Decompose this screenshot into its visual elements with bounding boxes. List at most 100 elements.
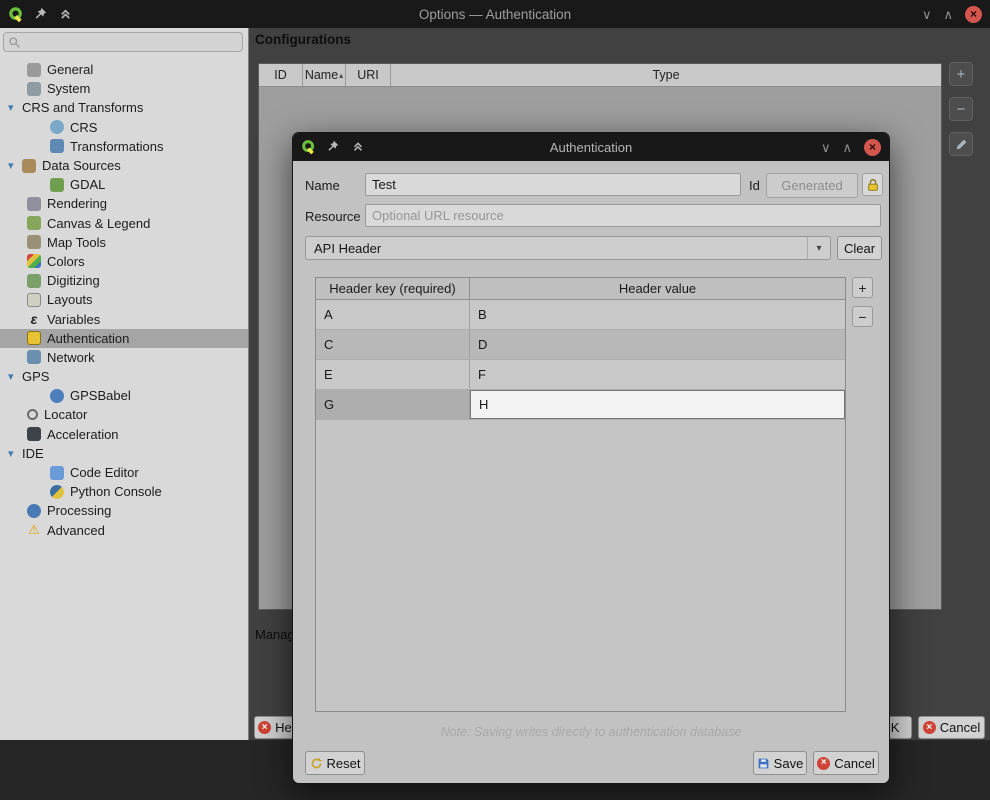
sidebar-item-authentication[interactable]: Authentication: [0, 329, 248, 348]
edit-config-button[interactable]: [949, 132, 973, 156]
sidebar-item-label: CRS and Transforms: [22, 100, 143, 115]
generated-button[interactable]: Generated: [766, 173, 858, 198]
pin-icon[interactable]: [326, 139, 343, 156]
sidebar-item-label: Rendering: [47, 196, 107, 211]
options-sidebar: GeneralSystem▾CRS and TransformsCRSTrans…: [0, 28, 249, 740]
wrench-icon: [27, 63, 41, 77]
sidebar-item-code-editor[interactable]: Code Editor: [0, 463, 248, 482]
sidebar-item-rendering[interactable]: Rendering: [0, 194, 248, 213]
table-row[interactable]: AB: [316, 300, 845, 330]
sidebar-item-label: Variables: [47, 312, 100, 327]
reset-button[interactable]: Reset: [305, 751, 365, 775]
collapse-all-icon[interactable]: [351, 139, 368, 156]
sidebar-item-acceleration[interactable]: Acceleration: [0, 425, 248, 444]
options-cancel-button[interactable]: × Cancel: [918, 716, 985, 739]
config-column-header-id[interactable]: ID: [259, 64, 303, 86]
sidebar-item-python-console[interactable]: Python Console: [0, 482, 248, 501]
sidebar-item-gdal[interactable]: GDAL: [0, 175, 248, 194]
sidebar-item-gpsbabel[interactable]: GPSBabel: [0, 386, 248, 405]
close-icon: ×: [970, 8, 977, 20]
sidebar-item-label: IDE: [22, 446, 44, 461]
add-config-button[interactable]: +: [949, 62, 973, 86]
collapse-all-icon[interactable]: [58, 6, 75, 23]
dialog-shade-icon[interactable]: ∨: [821, 141, 831, 154]
sidebar-item-colors[interactable]: Colors: [0, 252, 248, 271]
sidebar-item-canvas-legend[interactable]: Canvas & Legend: [0, 214, 248, 233]
remove-row-button[interactable]: −: [852, 306, 873, 327]
sidebar-item-map-tools[interactable]: Map Tools: [0, 233, 248, 252]
expander-icon[interactable]: ▾: [8, 447, 22, 460]
add-row-button[interactable]: +: [852, 277, 873, 298]
sidebar-item-network[interactable]: Network: [0, 348, 248, 367]
header-column-header-key-required[interactable]: Header key (required): [316, 278, 470, 299]
sidebar-item-variables[interactable]: Variables: [0, 309, 248, 328]
save-button[interactable]: Save: [753, 751, 807, 775]
sidebar-item-label: Python Console: [70, 484, 162, 499]
dialog-maximize-icon[interactable]: ∧: [842, 141, 852, 154]
sidebar-item-locator[interactable]: Locator: [0, 405, 248, 424]
sidebar-item-label: Authentication: [47, 331, 129, 346]
config-column-header-name[interactable]: Name▴: [303, 64, 346, 86]
sidebar-item-system[interactable]: System: [0, 79, 248, 98]
expander-icon[interactable]: ▾: [8, 370, 22, 383]
table-row[interactable]: EF: [316, 360, 845, 390]
resource-input[interactable]: [365, 204, 881, 227]
table-row[interactable]: CD: [316, 330, 845, 360]
config-column-header-uri[interactable]: URI: [346, 64, 391, 86]
sidebar-item-general[interactable]: General: [0, 60, 248, 79]
column-label: ID: [274, 68, 287, 82]
remove-config-button[interactable]: −: [949, 97, 973, 121]
config-column-header-type[interactable]: Type: [391, 64, 941, 86]
header-column-header-value[interactable]: Header value: [470, 278, 845, 299]
window-close-button[interactable]: ×: [965, 6, 982, 23]
header-table: Header key (required)Header value ABCDEF…: [315, 277, 846, 712]
expander-icon[interactable]: ▾: [8, 101, 22, 114]
sidebar-item-label: GDAL: [70, 177, 105, 192]
header-key-cell[interactable]: G: [316, 390, 470, 419]
search-input[interactable]: [24, 34, 238, 50]
pin-icon[interactable]: [33, 6, 50, 23]
sidebar-item-gps[interactable]: ▾GPS: [0, 367, 248, 386]
sidebar-item-layouts[interactable]: Layouts: [0, 290, 248, 309]
search-box[interactable]: [3, 32, 243, 52]
header-key-cell[interactable]: A: [316, 300, 470, 329]
window-shade-icon[interactable]: ∨: [922, 8, 932, 21]
authentication-icon: [27, 331, 41, 345]
sidebar-item-label: Advanced: [47, 523, 105, 538]
sort-indicator-icon: ▴: [339, 71, 343, 80]
sidebar-item-transformations[interactable]: Transformations: [0, 137, 248, 156]
sidebar-item-label: Digitizing: [47, 273, 100, 288]
header-value-cell[interactable]: F: [470, 360, 845, 389]
map-tools-icon: [27, 235, 41, 249]
header-key-cell[interactable]: C: [316, 330, 470, 359]
lock-icon: [866, 178, 880, 192]
header-value-cell[interactable]: H: [470, 390, 845, 419]
sidebar-item-ide[interactable]: ▾IDE: [0, 444, 248, 463]
window-title: Options — Authentication: [0, 7, 990, 22]
sidebar-item-crs-and-transforms[interactable]: ▾CRS and Transforms: [0, 98, 248, 117]
id-label: Id: [749, 178, 760, 193]
name-input[interactable]: [365, 173, 741, 196]
column-label: Type: [652, 68, 679, 82]
authentication-dialog: Authentication ∨ ∧ × Name Id Generated R…: [292, 132, 890, 784]
advanced-icon: [27, 523, 41, 537]
method-select[interactable]: API Header ▾: [305, 236, 831, 260]
sidebar-item-label: Data Sources: [42, 158, 121, 173]
header-key-cell[interactable]: E: [316, 360, 470, 389]
header-value-cell[interactable]: B: [470, 300, 845, 329]
sidebar-item-advanced[interactable]: Advanced: [0, 521, 248, 540]
sidebar-item-label: General: [47, 62, 93, 77]
clear-button[interactable]: Clear: [837, 236, 882, 260]
dialog-close-button[interactable]: ×: [864, 139, 881, 156]
table-row[interactable]: GH: [316, 390, 845, 420]
expander-icon[interactable]: ▾: [8, 159, 22, 172]
sidebar-item-digitizing[interactable]: Digitizing: [0, 271, 248, 290]
header-value-cell[interactable]: D: [470, 330, 845, 359]
dialog-cancel-button[interactable]: × Cancel: [813, 751, 879, 775]
lock-button[interactable]: [862, 173, 883, 196]
rendering-icon: [27, 197, 41, 211]
sidebar-item-processing[interactable]: Processing: [0, 501, 248, 520]
window-maximize-icon[interactable]: ∧: [943, 8, 953, 21]
sidebar-item-data-sources[interactable]: ▾ Data Sources: [0, 156, 248, 175]
sidebar-item-crs[interactable]: CRS: [0, 118, 248, 137]
